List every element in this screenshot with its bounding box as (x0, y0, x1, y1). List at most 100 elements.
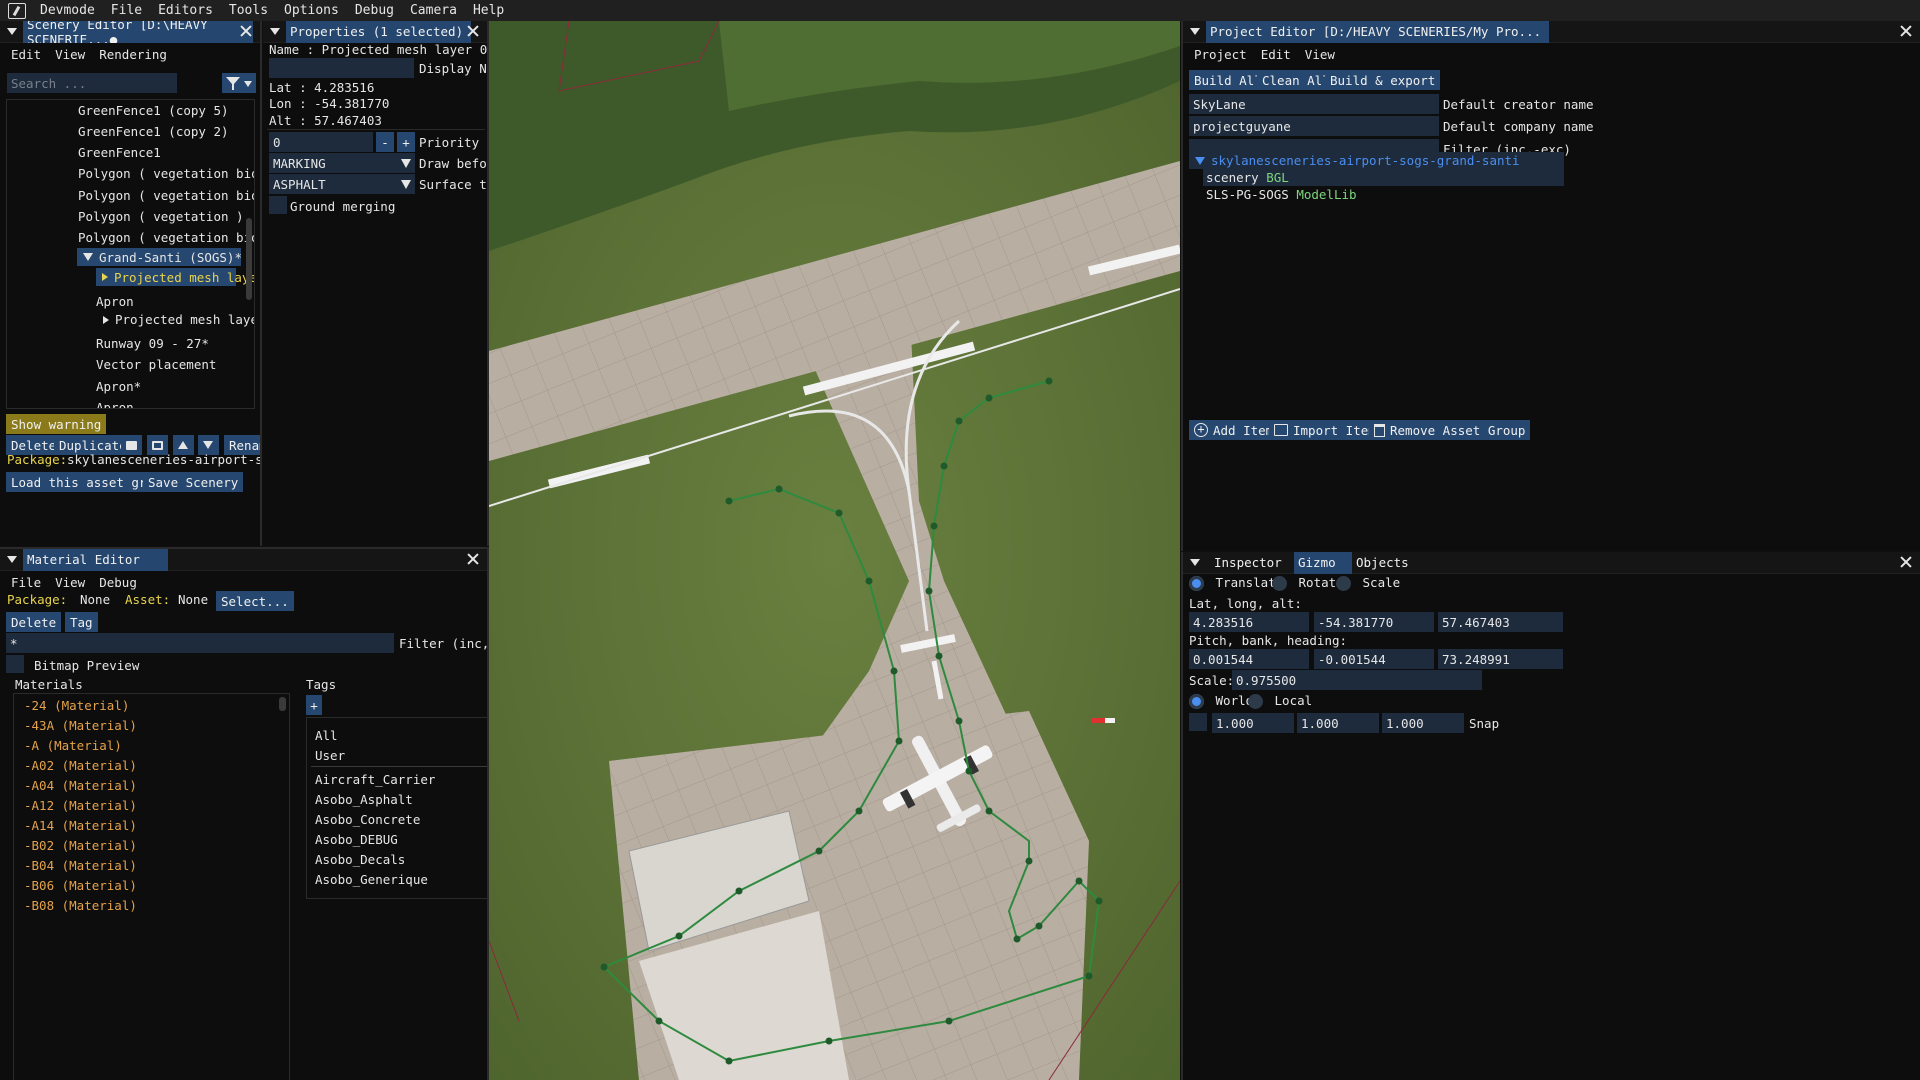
menu-edit[interactable]: Edit (4, 47, 48, 62)
show-warning-button[interactable]: Show warning (6, 414, 107, 434)
menu-rendering[interactable]: Rendering (92, 47, 174, 62)
pitch-input[interactable]: 0.001544 (1189, 649, 1309, 669)
menu-editors[interactable]: Editors (150, 3, 221, 18)
tag-item-all[interactable]: All (315, 728, 338, 743)
tag-button[interactable]: Tag (65, 612, 98, 632)
add-tag-button[interactable]: + (306, 695, 322, 715)
close-icon[interactable] (1898, 554, 1914, 570)
tag-item[interactable]: Asobo_Decals (315, 852, 405, 867)
creator-name-input[interactable]: SkyLane (1189, 94, 1439, 114)
material-editor-tab[interactable]: Material Editor (23, 549, 168, 571)
scene-viewport[interactable] (489, 21, 1180, 1080)
radio-world[interactable] (1189, 694, 1204, 709)
tree-item[interactable]: GreenFence1 (copy 5) (78, 103, 229, 118)
list-item[interactable]: -B04 (Material) (24, 858, 137, 873)
remove-asset-group-button[interactable]: Remove Asset Group (1369, 420, 1531, 440)
space-world[interactable]: World (1189, 693, 1253, 709)
search-input[interactable]: Search ... (7, 73, 177, 93)
tree-item[interactable]: Polygon ( vegetation biome (78, 166, 254, 181)
long-input[interactable]: -54.381770 (1314, 612, 1434, 632)
project-tree-item-modellib[interactable]: SLS-PG-SOGS ModelLib (1206, 187, 1357, 202)
radio-local[interactable] (1248, 694, 1263, 709)
list-item[interactable]: -A12 (Material) (24, 798, 137, 813)
menu-view[interactable]: View (48, 575, 92, 590)
ground-merging-checkbox[interactable] (269, 196, 287, 214)
list-item[interactable]: -A02 (Material) (24, 758, 137, 773)
menu-file[interactable]: File (4, 575, 48, 590)
tree-item[interactable]: GreenFence1 (copy 2) (78, 124, 229, 139)
tab-objects[interactable]: Objects (1352, 552, 1412, 574)
space-local[interactable]: Local (1248, 693, 1312, 709)
tree-item[interactable]: Vector placement (96, 357, 216, 372)
tree-item[interactable]: Apron (96, 400, 134, 408)
build-export-button[interactable]: Build & export (1325, 70, 1441, 90)
menu-view[interactable]: View (48, 47, 92, 62)
tree-item-selected[interactable]: Projected mesh layer (96, 268, 254, 286)
tree-item[interactable]: Projected mesh layer (103, 312, 254, 327)
menu-file[interactable]: File (103, 3, 150, 18)
company-name-input[interactable]: projectguyane (1189, 116, 1439, 136)
aerial-scene[interactable] (489, 21, 1180, 1080)
menu-view[interactable]: View (1298, 47, 1342, 62)
display-name-input[interactable] (269, 58, 414, 78)
tab-gizmo[interactable]: Gizmo (1294, 552, 1352, 574)
priority-input[interactable]: 0 (269, 132, 373, 152)
mode-rotate[interactable]: Rotate (1272, 575, 1344, 591)
radio-translate[interactable] (1189, 576, 1204, 591)
menu-debug[interactable]: Debug (92, 575, 144, 590)
close-icon[interactable] (1898, 23, 1914, 39)
collapse-arrow-icon[interactable] (7, 556, 17, 563)
tree-item[interactable]: Polygon ( vegetation biome (78, 230, 254, 245)
project-tree-root[interactable]: skylanesceneries-airport-sogs-grand-sant… (1189, 152, 1564, 169)
windsock[interactable] (1091, 718, 1115, 723)
menu-options[interactable]: Options (276, 3, 347, 18)
snap-checkbox[interactable] (1189, 713, 1207, 731)
collapse-arrow-icon[interactable] (1190, 28, 1200, 35)
project-tree-item-scenery[interactable]: scenery BGL (1203, 169, 1564, 186)
collapse-arrow-icon[interactable] (270, 28, 280, 35)
snap-y-input[interactable]: 1.000 (1297, 713, 1379, 733)
menu-debug[interactable]: Debug (347, 3, 402, 18)
select-asset-button[interactable]: Select... (216, 591, 294, 611)
collapse-arrow-icon[interactable] (1190, 559, 1200, 566)
surface-type-select[interactable]: ASPHALT (269, 174, 415, 194)
menu-project[interactable]: Project (1187, 47, 1254, 62)
collapse-arrow-icon[interactable] (7, 28, 17, 35)
menu-camera[interactable]: Camera (402, 3, 465, 18)
save-scenery-button[interactable]: Save Scenery (143, 472, 244, 492)
tag-item[interactable]: Asobo_Concrete (315, 812, 420, 827)
scale-input[interactable]: 0.975500 (1232, 670, 1482, 690)
list-item[interactable]: -A14 (Material) (24, 818, 137, 833)
build-all-button[interactable]: Build All (1189, 70, 1267, 90)
mode-translate[interactable]: Translate (1189, 575, 1283, 591)
list-item[interactable]: -B02 (Material) (24, 838, 137, 853)
filter-icon[interactable] (222, 73, 256, 93)
list-item[interactable]: -B08 (Material) (24, 898, 137, 913)
list-item[interactable]: -43A (Material) (24, 718, 137, 733)
menu-devmode[interactable]: Devmode (32, 3, 103, 18)
lat-input[interactable]: 4.283516 (1189, 612, 1309, 632)
mode-scale[interactable]: Scale (1336, 575, 1400, 591)
close-icon[interactable] (465, 551, 481, 567)
draw-before-select[interactable]: MARKING (269, 153, 415, 173)
tab-inspector[interactable]: Inspector (1206, 552, 1294, 574)
tag-item[interactable]: Aircraft_Carrier (315, 772, 435, 787)
clean-all-button[interactable]: Clean All (1257, 70, 1335, 90)
radio-scale[interactable] (1336, 576, 1351, 591)
materials-scrollbar[interactable] (279, 697, 286, 711)
tree-item[interactable]: Apron* (96, 379, 141, 394)
close-icon[interactable] (465, 23, 481, 39)
list-item[interactable]: -24 (Material) (24, 698, 129, 713)
tree-item[interactable]: Runway 09 - 27* (96, 336, 209, 351)
snap-z-input[interactable]: 1.000 (1382, 713, 1464, 733)
radio-rotate[interactable] (1272, 576, 1287, 591)
properties-tab[interactable]: Properties (1 selected) (286, 21, 472, 43)
bitmap-preview-checkbox[interactable] (6, 655, 24, 673)
menu-tools[interactable]: Tools (221, 3, 276, 18)
snap-x-input[interactable]: 1.000 (1212, 713, 1294, 733)
import-item-button[interactable]: Import Item (1269, 420, 1381, 440)
menu-help[interactable]: Help (465, 3, 512, 18)
tree-item[interactable]: Apron (96, 294, 134, 309)
list-item[interactable]: -B06 (Material) (24, 878, 137, 893)
tree-scrollbar[interactable] (246, 218, 252, 300)
